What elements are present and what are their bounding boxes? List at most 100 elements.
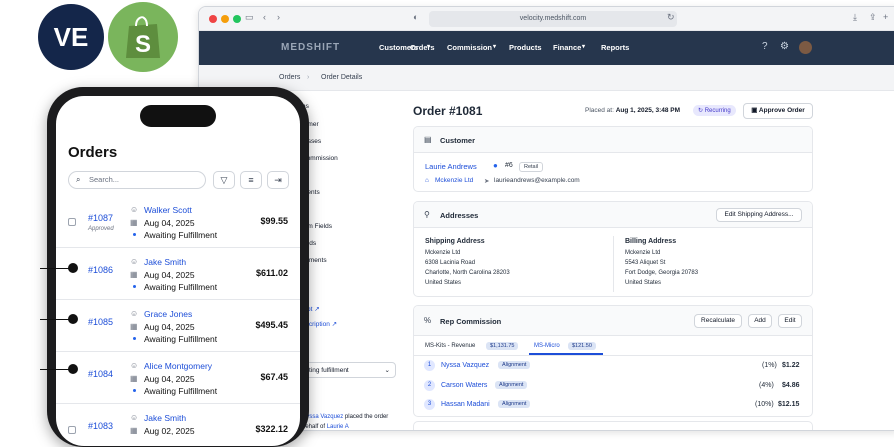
export-button[interactable]: ⇥ [267, 171, 289, 189]
nav-reports[interactable]: Reports [601, 43, 629, 52]
table-row[interactable]: #1085 ☺ Grace Jones ▦ Aug 04, 2025 Await… [56, 300, 300, 352]
address-bar[interactable]: velocity.medshift.com [429, 11, 677, 27]
placed-value: Aug 1, 2025, 3:48 PM [615, 107, 681, 114]
rep-tag: Alignment [495, 381, 528, 389]
shopify-logo: S [108, 2, 178, 72]
rep-name-link[interactable]: Nyssa Vazquez [441, 362, 489, 369]
download-icon[interactable]: ⤓ [853, 12, 857, 23]
table-row[interactable]: #1084 ☺ Alice Montgomery ▦ Aug 04, 2025 … [56, 352, 300, 404]
building-icon: ⌂ [425, 177, 429, 184]
fulfillment-select[interactable]: ting fulfillment ⌄ [302, 362, 396, 378]
gear-icon[interactable]: ⚙ [780, 41, 789, 52]
row-checkbox[interactable] [68, 218, 76, 226]
customer-link[interactable]: Walker Scott [144, 205, 192, 215]
recalculate-button[interactable]: Recalculate [694, 314, 742, 328]
calendar-icon: ▦ [130, 322, 138, 331]
rep-tag: Alignment [498, 361, 531, 369]
billing-line: Mckenzie Ltd [625, 250, 661, 256]
billing-line: 5543 Aliquet St [625, 260, 666, 266]
approve-order-button[interactable]: ▣ Approve Order [743, 103, 813, 119]
calendar-icon: ▦ [130, 218, 138, 227]
customer-email[interactable]: laurieandrews@example.com [494, 177, 580, 184]
reload-icon[interactable]: ↻ [667, 12, 675, 23]
activity-line: behalf of Laurie A [302, 424, 349, 430]
placed-at: Placed at: Aug 1, 2025, 3:48 PM [585, 107, 680, 114]
divider [414, 355, 812, 356]
sort-button[interactable]: ≡ [240, 171, 262, 189]
close-dot[interactable] [209, 15, 217, 23]
order-status: Awaiting Fulfillment [144, 334, 218, 344]
add-button[interactable]: Add [748, 314, 772, 328]
chevron-down-icon: ▾ [493, 44, 497, 50]
order-id-link[interactable]: #1086 [88, 265, 113, 275]
order-date: Aug 04, 2025 [144, 374, 195, 384]
order-id-link[interactable]: #1084 [88, 369, 113, 379]
company-link[interactable]: Mckenzie Ltd [435, 177, 473, 184]
share-icon[interactable]: ⇪ [869, 12, 877, 23]
sort-icon: ≡ [248, 175, 254, 185]
search-placeholder: Search... [89, 175, 120, 184]
tab-ms-micro[interactable]: MS-Micro [534, 343, 560, 349]
person-icon: ☺ [130, 413, 139, 422]
order-id-link[interactable]: #1083 [88, 421, 113, 431]
row-checkbox[interactable] [68, 426, 76, 434]
help-icon[interactable]: ? [762, 41, 768, 52]
edit-shipping-address-button[interactable]: Edit Shipping Address... [716, 208, 802, 222]
order-amount: $611.02 [255, 268, 288, 278]
shopify-bag-icon: S [126, 16, 160, 58]
order-amount: $322.12 [255, 424, 288, 434]
customer-link[interactable]: Alice Montgomery [144, 361, 212, 371]
tier-badge: Retail [519, 162, 544, 172]
orders-title: Orders [68, 144, 118, 161]
shipping-line: United States [425, 280, 462, 286]
minimize-dot[interactable] [221, 15, 229, 23]
avatar[interactable] [799, 41, 812, 54]
order-status: Awaiting Fulfillment [144, 230, 218, 240]
shipping-line: 6308 Lacinia Road [425, 260, 476, 266]
order-id-link[interactable]: #1085 [88, 317, 113, 327]
table-row[interactable]: #1086 ☺ Jake Smith ▦ Aug 04, 2025 Awaiti… [56, 248, 300, 300]
nav-orders[interactable]: Orders [410, 43, 435, 52]
rep-amount: $1.22 [782, 362, 800, 369]
person-icon: ☺ [130, 205, 139, 214]
search-icon: ⌕ [76, 175, 81, 184]
search-input[interactable]: ⌕ Search... [68, 171, 206, 189]
customer-header: Customer [440, 136, 476, 145]
export-icon: ⇥ [274, 175, 282, 185]
filter-button[interactable]: ▽ [213, 171, 235, 189]
rep-tag: Alignment [498, 400, 531, 408]
new-tab-icon[interactable]: + [883, 12, 888, 22]
nav-products[interactable]: Products [509, 43, 542, 52]
top-nav: MEDSHIFT Customers ▾ Orders Commission ▾ P… [199, 31, 894, 65]
customer-name-link[interactable]: Laurie Andrews [425, 162, 477, 171]
nav-commission[interactable]: Commission [447, 43, 492, 52]
table-row[interactable]: #1087 Approved ☺ Walker Scott ▦ Aug 04, … [56, 196, 300, 248]
rep-name-link[interactable]: Carson Waters [441, 382, 487, 389]
back-icon[interactable]: ‹ [263, 12, 266, 22]
addresses-header: Addresses [440, 211, 479, 220]
shield-icon[interactable]: ◐ [413, 12, 418, 22]
brand-logo[interactable]: MEDSHIFT [281, 42, 340, 53]
activity-user-link[interactable]: Laurie A [327, 424, 349, 430]
customer-link[interactable]: Jake Smith [144, 413, 186, 423]
rep-name-link[interactable]: Hassan Madani [441, 401, 490, 408]
customer-link[interactable]: Jake Smith [144, 257, 186, 267]
customer-link[interactable]: Grace Jones [144, 309, 192, 319]
browser-chrome: ▭ ‹ › ◐ velocity.medshift.com ↻ ⤓ ⇪ + [199, 7, 894, 31]
table-row[interactable]: #1083 ☺ Jake Smith ▦ Aug 02, 2025 $322.1… [56, 404, 300, 446]
edit-button[interactable]: Edit [778, 314, 802, 328]
tab-ms-kits[interactable]: MS-Kits - Revenue [425, 343, 475, 349]
breadcrumb: Orders › Order Details [199, 65, 894, 91]
forward-icon[interactable]: › [277, 12, 280, 22]
breadcrumb-orders[interactable]: Orders [279, 74, 300, 81]
calendar-icon: ▦ [130, 426, 138, 435]
chevron-down-icon: ⌄ [384, 367, 390, 374]
status-dot [133, 389, 136, 392]
rep-number: 2 [424, 380, 435, 391]
order-id-link[interactable]: #1087 [88, 213, 113, 223]
zoom-dot[interactable] [233, 15, 241, 23]
phone-device: Orders ⌕ Search... ▽ ≡ ⇥ #1087 Approved … [47, 87, 309, 447]
order-date: Aug 02, 2025 [144, 426, 195, 436]
sidebar-toggle-icon[interactable]: ▭ [245, 12, 254, 23]
nav-finance[interactable]: Finance [553, 43, 581, 52]
